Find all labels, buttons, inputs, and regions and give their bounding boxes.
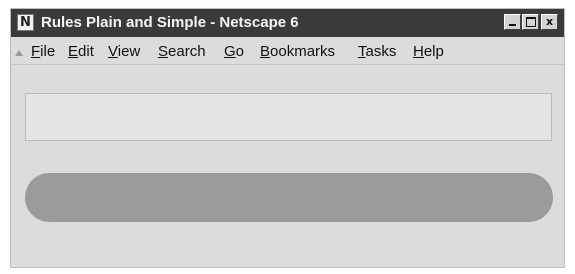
- maximize-icon: [525, 17, 536, 27]
- maximize-button[interactable]: [522, 14, 539, 30]
- minimize-icon: [509, 24, 516, 26]
- menu-tasks[interactable]: Tasks: [358, 43, 396, 61]
- menu-edit[interactable]: Edit: [68, 43, 94, 61]
- netscape-app-icon[interactable]: N: [17, 14, 34, 31]
- menu-search[interactable]: Search: [158, 43, 206, 61]
- menu-help[interactable]: Help: [413, 43, 444, 61]
- window-title: Rules Plain and Simple - Netscape 6: [41, 14, 299, 31]
- menu-go[interactable]: Go: [224, 43, 244, 61]
- menubar-grip-icon[interactable]: [15, 50, 23, 56]
- menu-view[interactable]: View: [108, 43, 140, 61]
- menu-file[interactable]: File: [31, 43, 55, 61]
- minimize-button[interactable]: [504, 14, 521, 30]
- menu-bookmarks[interactable]: Bookmarks: [260, 43, 335, 61]
- title-bar[interactable]: N Rules Plain and Simple - Netscape 6 x: [11, 9, 564, 37]
- close-icon: x: [545, 15, 554, 28]
- rounded-bar: [25, 173, 553, 222]
- browser-window: N Rules Plain and Simple - Netscape 6 x …: [10, 8, 565, 268]
- toolbar-area[interactable]: [25, 93, 552, 141]
- menu-bar: File Edit View Search Go Bookmarks Tasks…: [11, 37, 564, 65]
- close-button[interactable]: x: [541, 14, 558, 30]
